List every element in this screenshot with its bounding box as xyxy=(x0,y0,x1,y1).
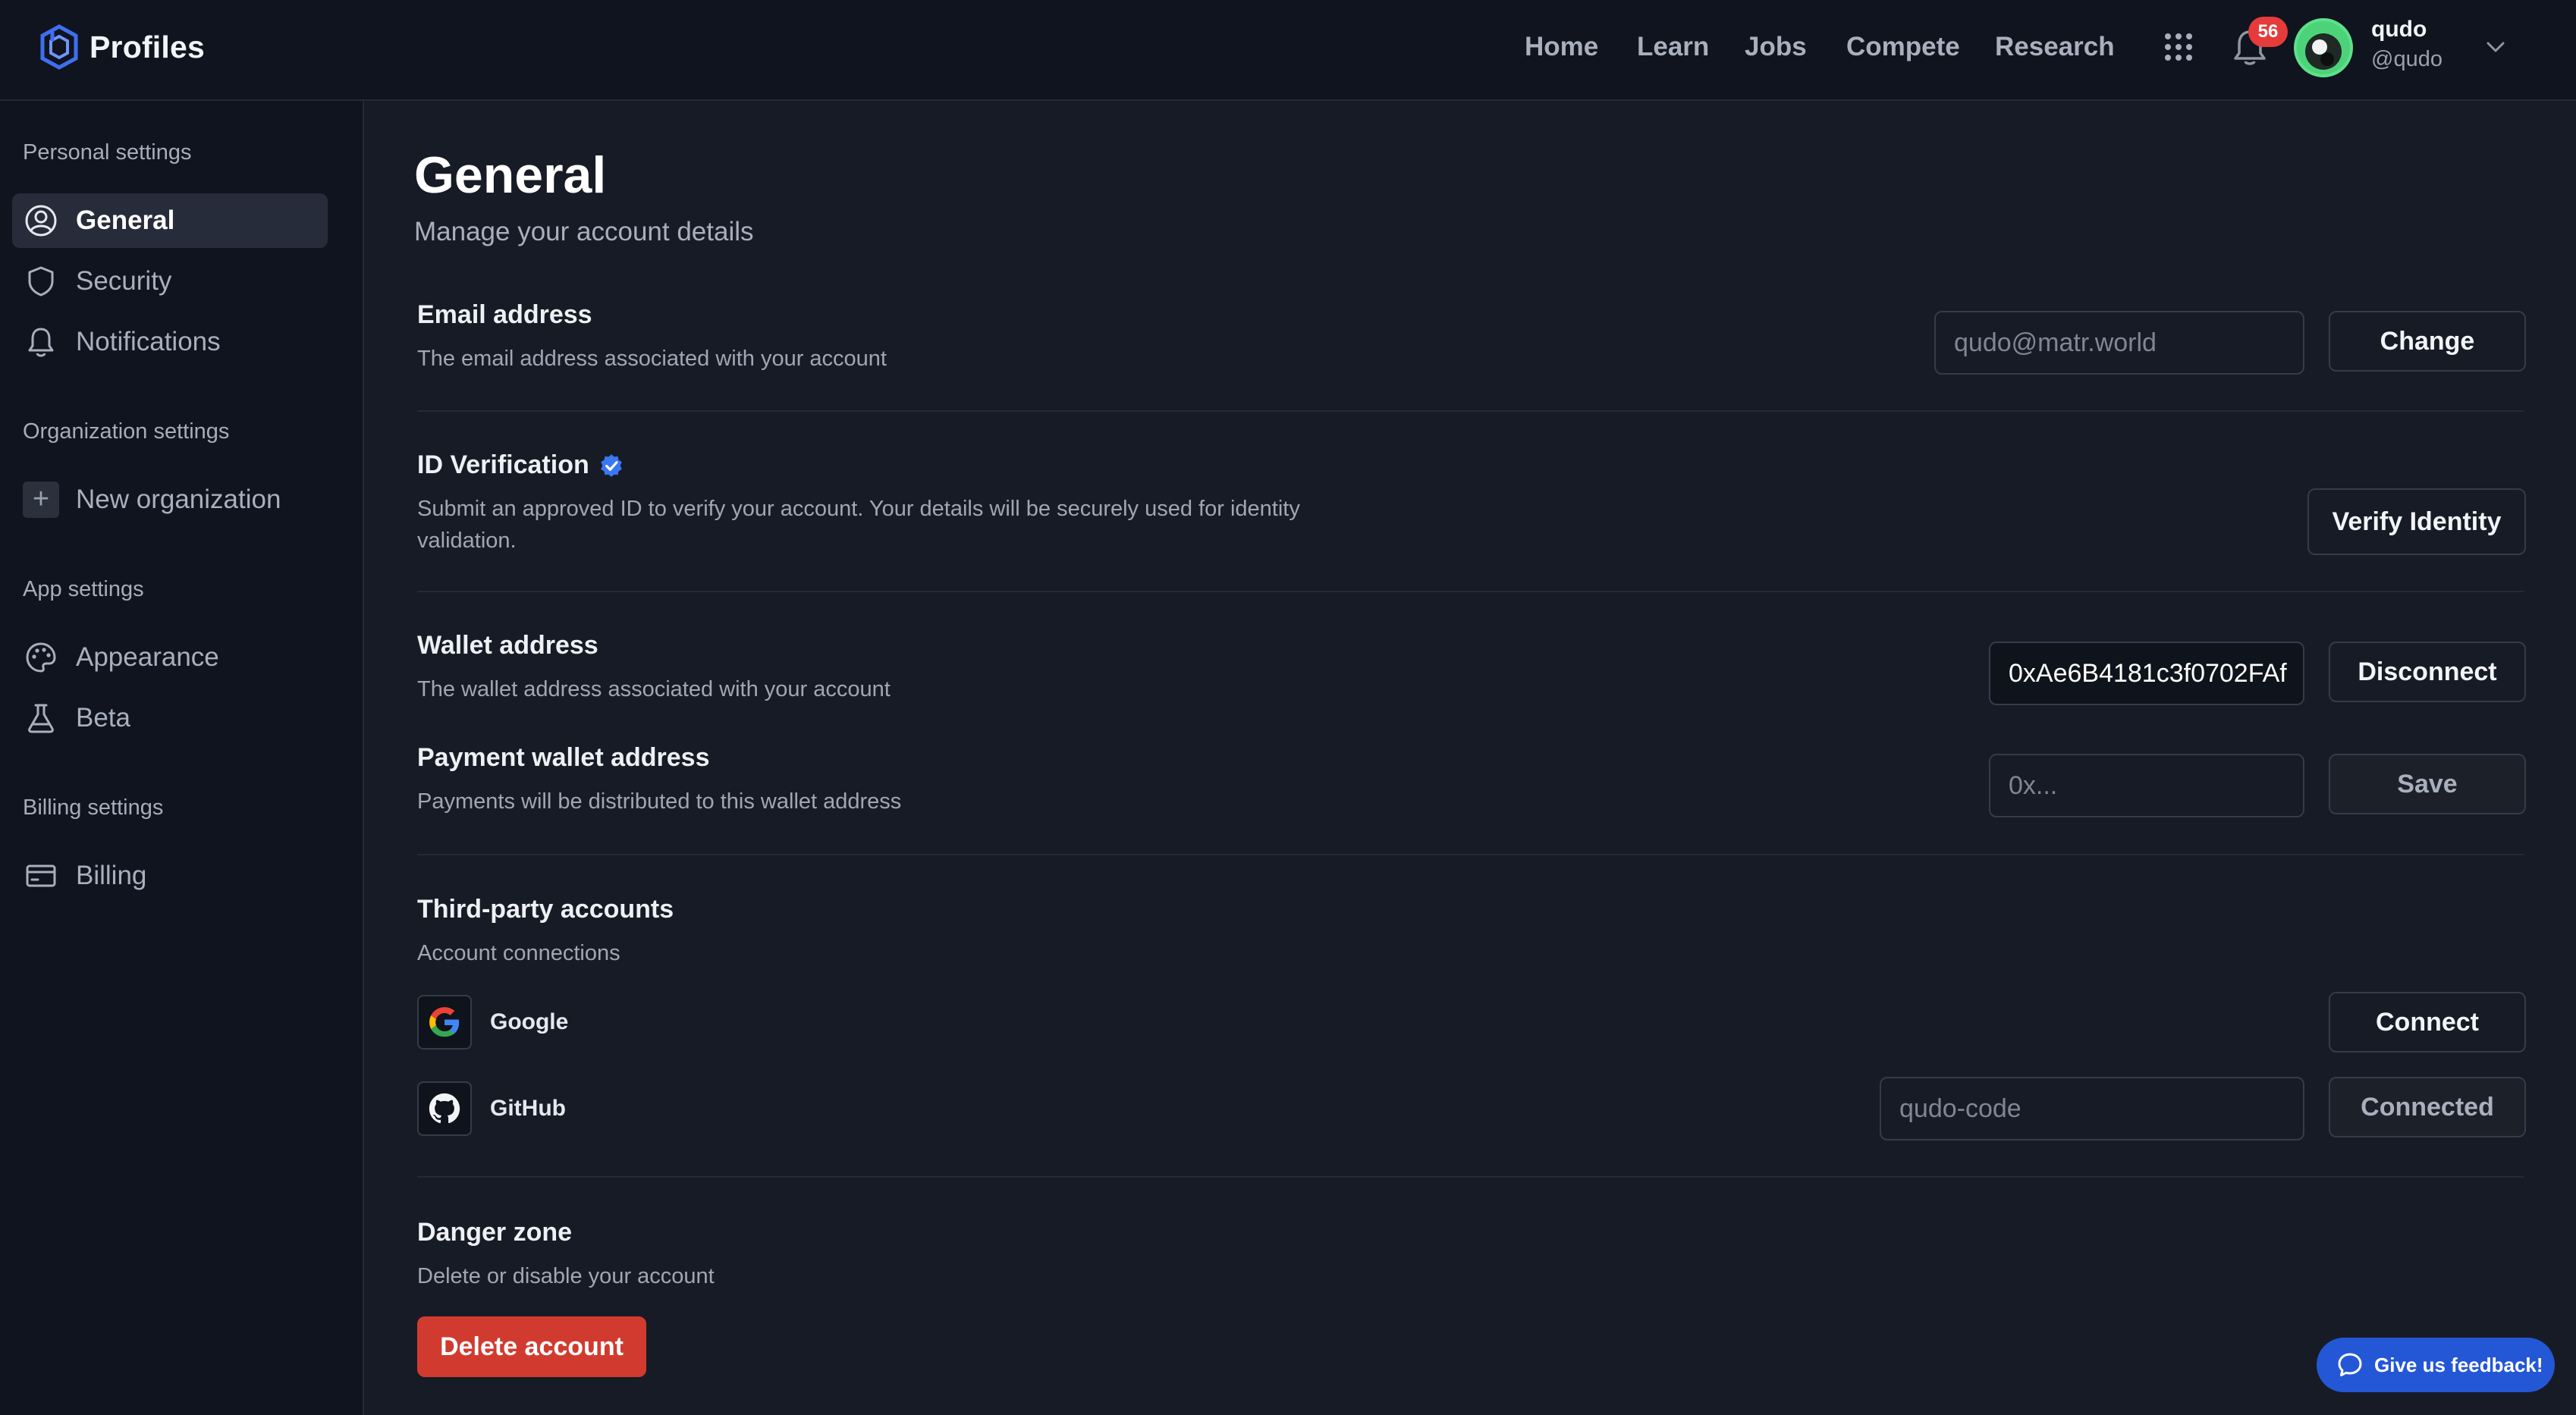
user-circle-icon xyxy=(23,202,59,239)
chat-bubble-icon xyxy=(2338,1353,2362,1376)
github-connected-button[interactable]: Connected xyxy=(2329,1077,2526,1137)
email-desc: The email address associated with your a… xyxy=(417,347,887,371)
github-label: GitHub xyxy=(490,1096,566,1121)
connect-google-button[interactable]: Connect xyxy=(2329,992,2526,1053)
bell-icon xyxy=(23,324,59,360)
id-verification-title: ID Verification xyxy=(417,450,589,479)
danger-zone-desc: Delete or disable your account xyxy=(417,1264,715,1288)
github-icon xyxy=(429,1093,460,1124)
nav-compete[interactable]: Compete xyxy=(1846,29,1960,65)
feedback-label: Give us feedback! xyxy=(2374,1353,2543,1376)
brand[interactable]: Profiles xyxy=(39,23,205,71)
disconnect-wallet-button[interactable]: Disconnect xyxy=(2329,642,2526,702)
notifications-button[interactable]: 56 xyxy=(2233,17,2288,71)
shield-icon xyxy=(23,263,59,300)
sidebar-item-label: General xyxy=(76,206,175,235)
chevron-down-icon[interactable] xyxy=(2482,33,2509,61)
sidebar-item-security[interactable]: Security xyxy=(12,254,328,309)
change-email-button[interactable]: Change xyxy=(2329,311,2526,372)
github-logo xyxy=(417,1081,472,1136)
google-icon xyxy=(429,1007,460,1037)
github-username-field[interactable]: qudo-code xyxy=(1880,1077,2304,1140)
delete-account-button[interactable]: Delete account xyxy=(417,1316,646,1377)
third-party-title: Third-party accounts xyxy=(417,895,674,924)
save-payment-wallet-button[interactable]: Save xyxy=(2329,754,2526,814)
sidebar-item-new-organization[interactable]: + New organization xyxy=(12,472,328,527)
sidebar-item-label: Security xyxy=(76,266,172,296)
nav-research[interactable]: Research xyxy=(1995,29,2115,65)
sidebar-item-beta[interactable]: Beta xyxy=(12,691,328,745)
avatar[interactable] xyxy=(2294,18,2353,77)
sidebar-item-label: Billing xyxy=(76,861,147,890)
divider xyxy=(417,410,2524,412)
feedback-button[interactable]: Give us feedback! xyxy=(2317,1338,2555,1392)
verified-badge-icon xyxy=(600,453,622,477)
payment-wallet-title: Payment wallet address xyxy=(417,743,710,772)
google-label: Google xyxy=(490,1009,569,1034)
profiles-logo-icon xyxy=(40,24,78,70)
section-app-settings: App settings xyxy=(23,577,144,601)
nav-jobs[interactable]: Jobs xyxy=(1745,29,1807,65)
sidebar-item-appearance[interactable]: Appearance xyxy=(12,630,328,685)
sidebar-item-general[interactable]: General xyxy=(12,193,328,248)
section-organization-settings: Organization settings xyxy=(23,419,230,444)
sidebar-item-billing[interactable]: Billing xyxy=(12,849,328,903)
plus-icon: + xyxy=(23,482,59,518)
plus-icon-wrap: + xyxy=(23,482,59,518)
user-name: qudo xyxy=(2371,17,2427,42)
divider xyxy=(417,591,2524,592)
credit-card-icon xyxy=(23,858,59,894)
top-bar: Profiles Home Learn Jobs Compete Researc… xyxy=(0,0,2576,101)
brand-name: Profiles xyxy=(90,29,205,64)
id-verification-title-row: ID Verification xyxy=(417,450,624,480)
settings-sidebar: Personal settings General Security Notif… xyxy=(0,101,364,1415)
third-party-desc: Account connections xyxy=(417,941,620,965)
divider xyxy=(417,1176,2524,1178)
payment-wallet-field[interactable]: 0x... xyxy=(1989,754,2304,817)
section-billing-settings: Billing settings xyxy=(23,795,164,820)
page-subtitle: Manage your account details xyxy=(414,217,754,246)
sidebar-item-notifications[interactable]: Notifications xyxy=(12,315,328,369)
page-title: General xyxy=(414,146,607,204)
nav-home[interactable]: Home xyxy=(1525,29,1598,65)
notification-count-badge: 56 xyxy=(2248,17,2288,47)
google-logo xyxy=(417,995,472,1049)
nav-learn[interactable]: Learn xyxy=(1637,29,1709,65)
apps-grid-icon[interactable] xyxy=(2163,32,2194,62)
sidebar-item-label: Beta xyxy=(76,703,130,733)
email-title: Email address xyxy=(417,300,592,329)
divider xyxy=(417,854,2524,855)
sidebar-item-label: New organization xyxy=(76,485,281,514)
email-field[interactable]: qudo@matr.world xyxy=(1934,311,2304,375)
flask-icon xyxy=(23,700,59,736)
wallet-title: Wallet address xyxy=(417,631,598,660)
section-personal-settings: Personal settings xyxy=(23,140,192,165)
sidebar-item-label: Appearance xyxy=(76,642,219,672)
danger-zone-title: Danger zone xyxy=(417,1218,573,1247)
sidebar-item-label: Notifications xyxy=(76,327,221,356)
verify-identity-button[interactable]: Verify Identity xyxy=(2307,488,2526,555)
user-handle: @qudo xyxy=(2371,47,2442,71)
wallet-desc: The wallet address associated with your … xyxy=(417,677,891,701)
payment-wallet-desc: Payments will be distributed to this wal… xyxy=(417,789,902,814)
avatar-image xyxy=(2297,21,2350,74)
id-verification-desc: Submit an approved ID to verify your acc… xyxy=(417,497,1300,553)
palette-icon xyxy=(23,639,59,676)
wallet-address-field[interactable]: 0xAe6B4181c3f0702FAf xyxy=(1989,642,2304,705)
